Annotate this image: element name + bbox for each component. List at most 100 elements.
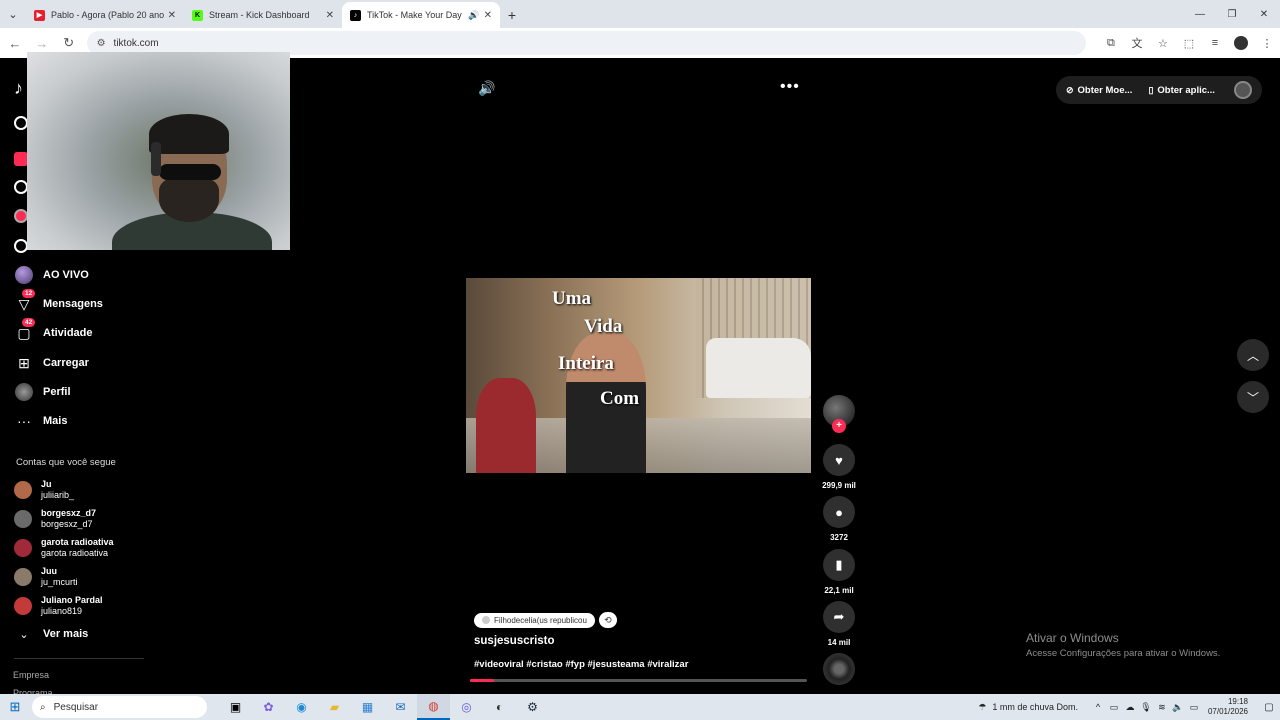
browser-tab-strip: ⌄ ▶ Pablo - Agora (Pablo 20 anos) - ✕ K … bbox=[0, 0, 1280, 28]
user-avatar[interactable] bbox=[1234, 81, 1252, 99]
music-disc-icon[interactable] bbox=[823, 653, 855, 685]
heart-icon[interactable]: ♥ bbox=[823, 444, 855, 476]
following-item[interactable]: garota radioativa garota radioativa bbox=[14, 537, 114, 559]
video-author[interactable]: susjesuscristo bbox=[474, 635, 555, 647]
previous-video-button[interactable]: ︿ bbox=[1237, 339, 1269, 371]
close-window-icon[interactable]: ✕ bbox=[1248, 0, 1280, 28]
obs-icon[interactable]: ◐ bbox=[483, 694, 516, 720]
following-icon[interactable] bbox=[14, 209, 28, 223]
store-icon[interactable]: ▦ bbox=[351, 694, 384, 720]
live-avatar-icon bbox=[14, 265, 34, 285]
comment-icon[interactable]: ● bbox=[823, 496, 855, 528]
close-icon[interactable]: ✕ bbox=[484, 10, 492, 21]
friends-icon[interactable] bbox=[14, 239, 28, 253]
tab-pablo[interactable]: ▶ Pablo - Agora (Pablo 20 anos) - ✕ bbox=[26, 2, 184, 28]
sidebar-item-profile[interactable]: Perfil bbox=[14, 381, 71, 403]
creator-avatar-block[interactable]: + bbox=[819, 395, 859, 433]
following-item[interactable]: Ju juliiarib_ bbox=[14, 479, 74, 501]
site-info-icon[interactable]: ⚙ bbox=[97, 38, 106, 49]
mail-icon[interactable]: ✉ bbox=[384, 694, 417, 720]
weather-widget[interactable]: ☂ 1 mm de chuva Dom. bbox=[978, 702, 1078, 713]
battery-icon[interactable]: ▭ bbox=[1186, 702, 1202, 713]
video-player[interactable]: Uma Vida Inteira Com bbox=[466, 278, 811, 473]
menu-dots-icon[interactable]: ⋮ bbox=[1254, 31, 1280, 55]
home-icon[interactable] bbox=[14, 152, 28, 166]
explore-icon[interactable] bbox=[14, 180, 28, 194]
sidebar-item-more[interactable]: ··· Mais bbox=[14, 410, 67, 432]
sidebar-item-messages[interactable]: ▽ 12 Mensagens bbox=[14, 289, 103, 315]
sidebar-item-label: Atividade bbox=[43, 327, 93, 339]
microphone-icon[interactable]: 🎙 bbox=[1138, 702, 1154, 713]
tab-tiktok[interactable]: ♪ TikTok - Make Your Day 🔊 ✕ bbox=[342, 2, 500, 28]
windows-start-icon[interactable]: ⊞ bbox=[0, 694, 30, 720]
reposted-by-chip[interactable]: Filhodecelia(us republicou bbox=[474, 612, 595, 628]
tiktok-logo-icon[interactable]: ♪ bbox=[14, 78, 23, 99]
following-item[interactable]: Juu ju_mcurti bbox=[14, 566, 78, 588]
account-name: Juu bbox=[41, 566, 58, 576]
media-controls-icon[interactable]: ≡ bbox=[1202, 31, 1228, 55]
sidebar-item-upload[interactable]: ⊞ Carregar bbox=[14, 352, 89, 374]
tab-kick[interactable]: K Stream - Kick Dashboard ✕ bbox=[184, 2, 342, 28]
account-handle: juliano819 bbox=[41, 606, 83, 616]
share-icon[interactable]: ➦ bbox=[823, 601, 855, 633]
translate-icon[interactable]: 文 bbox=[1124, 31, 1150, 55]
messages-badge: 12 bbox=[22, 289, 36, 298]
task-view-icon[interactable]: ▣ bbox=[219, 694, 252, 720]
next-video-button[interactable]: ﹀ bbox=[1237, 381, 1269, 413]
clock[interactable]: 19:18 07/01/2026 bbox=[1208, 697, 1248, 717]
taskbar-search-box[interactable]: ⌕ Pesquisar bbox=[32, 696, 207, 718]
see-more-button[interactable]: ⌄ Ver mais bbox=[14, 623, 88, 645]
minimize-icon[interactable]: — bbox=[1184, 0, 1216, 28]
bookmark-icon[interactable]: ▮ bbox=[823, 549, 855, 581]
steam-icon[interactable]: ⚙ bbox=[516, 694, 549, 720]
clock-time: 19:18 bbox=[1227, 697, 1248, 706]
meet-icon[interactable]: ▭ bbox=[1106, 702, 1122, 713]
profile-avatar-icon[interactable] bbox=[1228, 31, 1254, 55]
footer-link-company[interactable]: Empresa bbox=[13, 670, 49, 680]
save-action[interactable]: ▮ 22,1 mil bbox=[819, 549, 859, 595]
close-icon[interactable]: ✕ bbox=[326, 10, 334, 21]
video-progress-bar[interactable] bbox=[470, 679, 807, 682]
following-item[interactable]: Juliano Pardal juliano819 bbox=[14, 595, 103, 617]
follow-plus-icon[interactable]: + bbox=[832, 419, 846, 433]
following-item[interactable]: borgesxz_d7 borgesxz_d7 bbox=[14, 508, 96, 530]
video-hashtags[interactable]: #videoviral #cristao #fyp #jesusteama #v… bbox=[474, 659, 688, 670]
volume-tray-icon[interactable]: 🔈 bbox=[1170, 702, 1186, 713]
speaker-icon[interactable]: 🔊 bbox=[468, 10, 479, 21]
tab-search-icon[interactable]: ⌄ bbox=[0, 0, 26, 28]
file-explorer-icon[interactable]: ▰ bbox=[318, 694, 351, 720]
more-options-icon[interactable]: ••• bbox=[780, 78, 800, 96]
network-cloud-icon[interactable]: ☁ bbox=[1122, 702, 1138, 713]
like-count: 299,9 mil bbox=[822, 481, 856, 490]
install-app-icon[interactable]: ⧉ bbox=[1098, 31, 1124, 55]
search-icon[interactable] bbox=[14, 116, 28, 130]
creator-avatar[interactable]: + bbox=[823, 395, 855, 433]
comment-action[interactable]: ● 3272 bbox=[819, 496, 859, 542]
chrome-icon[interactable]: ◍ bbox=[417, 694, 450, 720]
clock-date: 07/01/2026 bbox=[1207, 707, 1248, 716]
chevron-up-icon[interactable]: ^ bbox=[1090, 702, 1106, 712]
extensions-icon[interactable]: ⬚ bbox=[1176, 31, 1202, 55]
share-action[interactable]: ➦ 14 mil bbox=[819, 601, 859, 647]
get-app-label: Obter aplic... bbox=[1157, 84, 1215, 96]
restore-icon[interactable]: ❐ bbox=[1216, 0, 1248, 28]
chevron-down-icon: ﹀ bbox=[1246, 390, 1259, 405]
get-app-button[interactable]: ▯ Obter aplic... bbox=[1148, 85, 1215, 96]
get-coins-button[interactable]: ⊘ Obter Moe... bbox=[1066, 85, 1132, 96]
copilot-icon[interactable]: ✿ bbox=[252, 694, 285, 720]
like-action[interactable]: ♥ 299,9 mil bbox=[819, 444, 859, 490]
volume-icon[interactable]: 🔊 bbox=[478, 80, 495, 97]
sidebar-item-label: Mensagens bbox=[43, 298, 103, 310]
discord-icon[interactable]: ◎ bbox=[450, 694, 483, 720]
bookmark-star-icon[interactable]: ☆ bbox=[1150, 31, 1176, 55]
sidebar-item-live[interactable]: AO VIVO bbox=[14, 264, 89, 286]
edge-icon[interactable]: ◉ bbox=[285, 694, 318, 720]
share-count: 14 mil bbox=[827, 638, 851, 647]
repost-icon[interactable]: ⟲ bbox=[598, 612, 617, 628]
close-icon[interactable]: ✕ bbox=[168, 10, 176, 21]
new-tab-button[interactable]: + bbox=[500, 2, 524, 28]
notifications-icon[interactable]: ▢ bbox=[1258, 702, 1280, 713]
wifi-icon[interactable]: ≋ bbox=[1154, 702, 1170, 713]
back-icon[interactable]: ← bbox=[3, 31, 27, 55]
sidebar-item-activity[interactable]: ▢ 42 Atividade bbox=[14, 318, 93, 344]
